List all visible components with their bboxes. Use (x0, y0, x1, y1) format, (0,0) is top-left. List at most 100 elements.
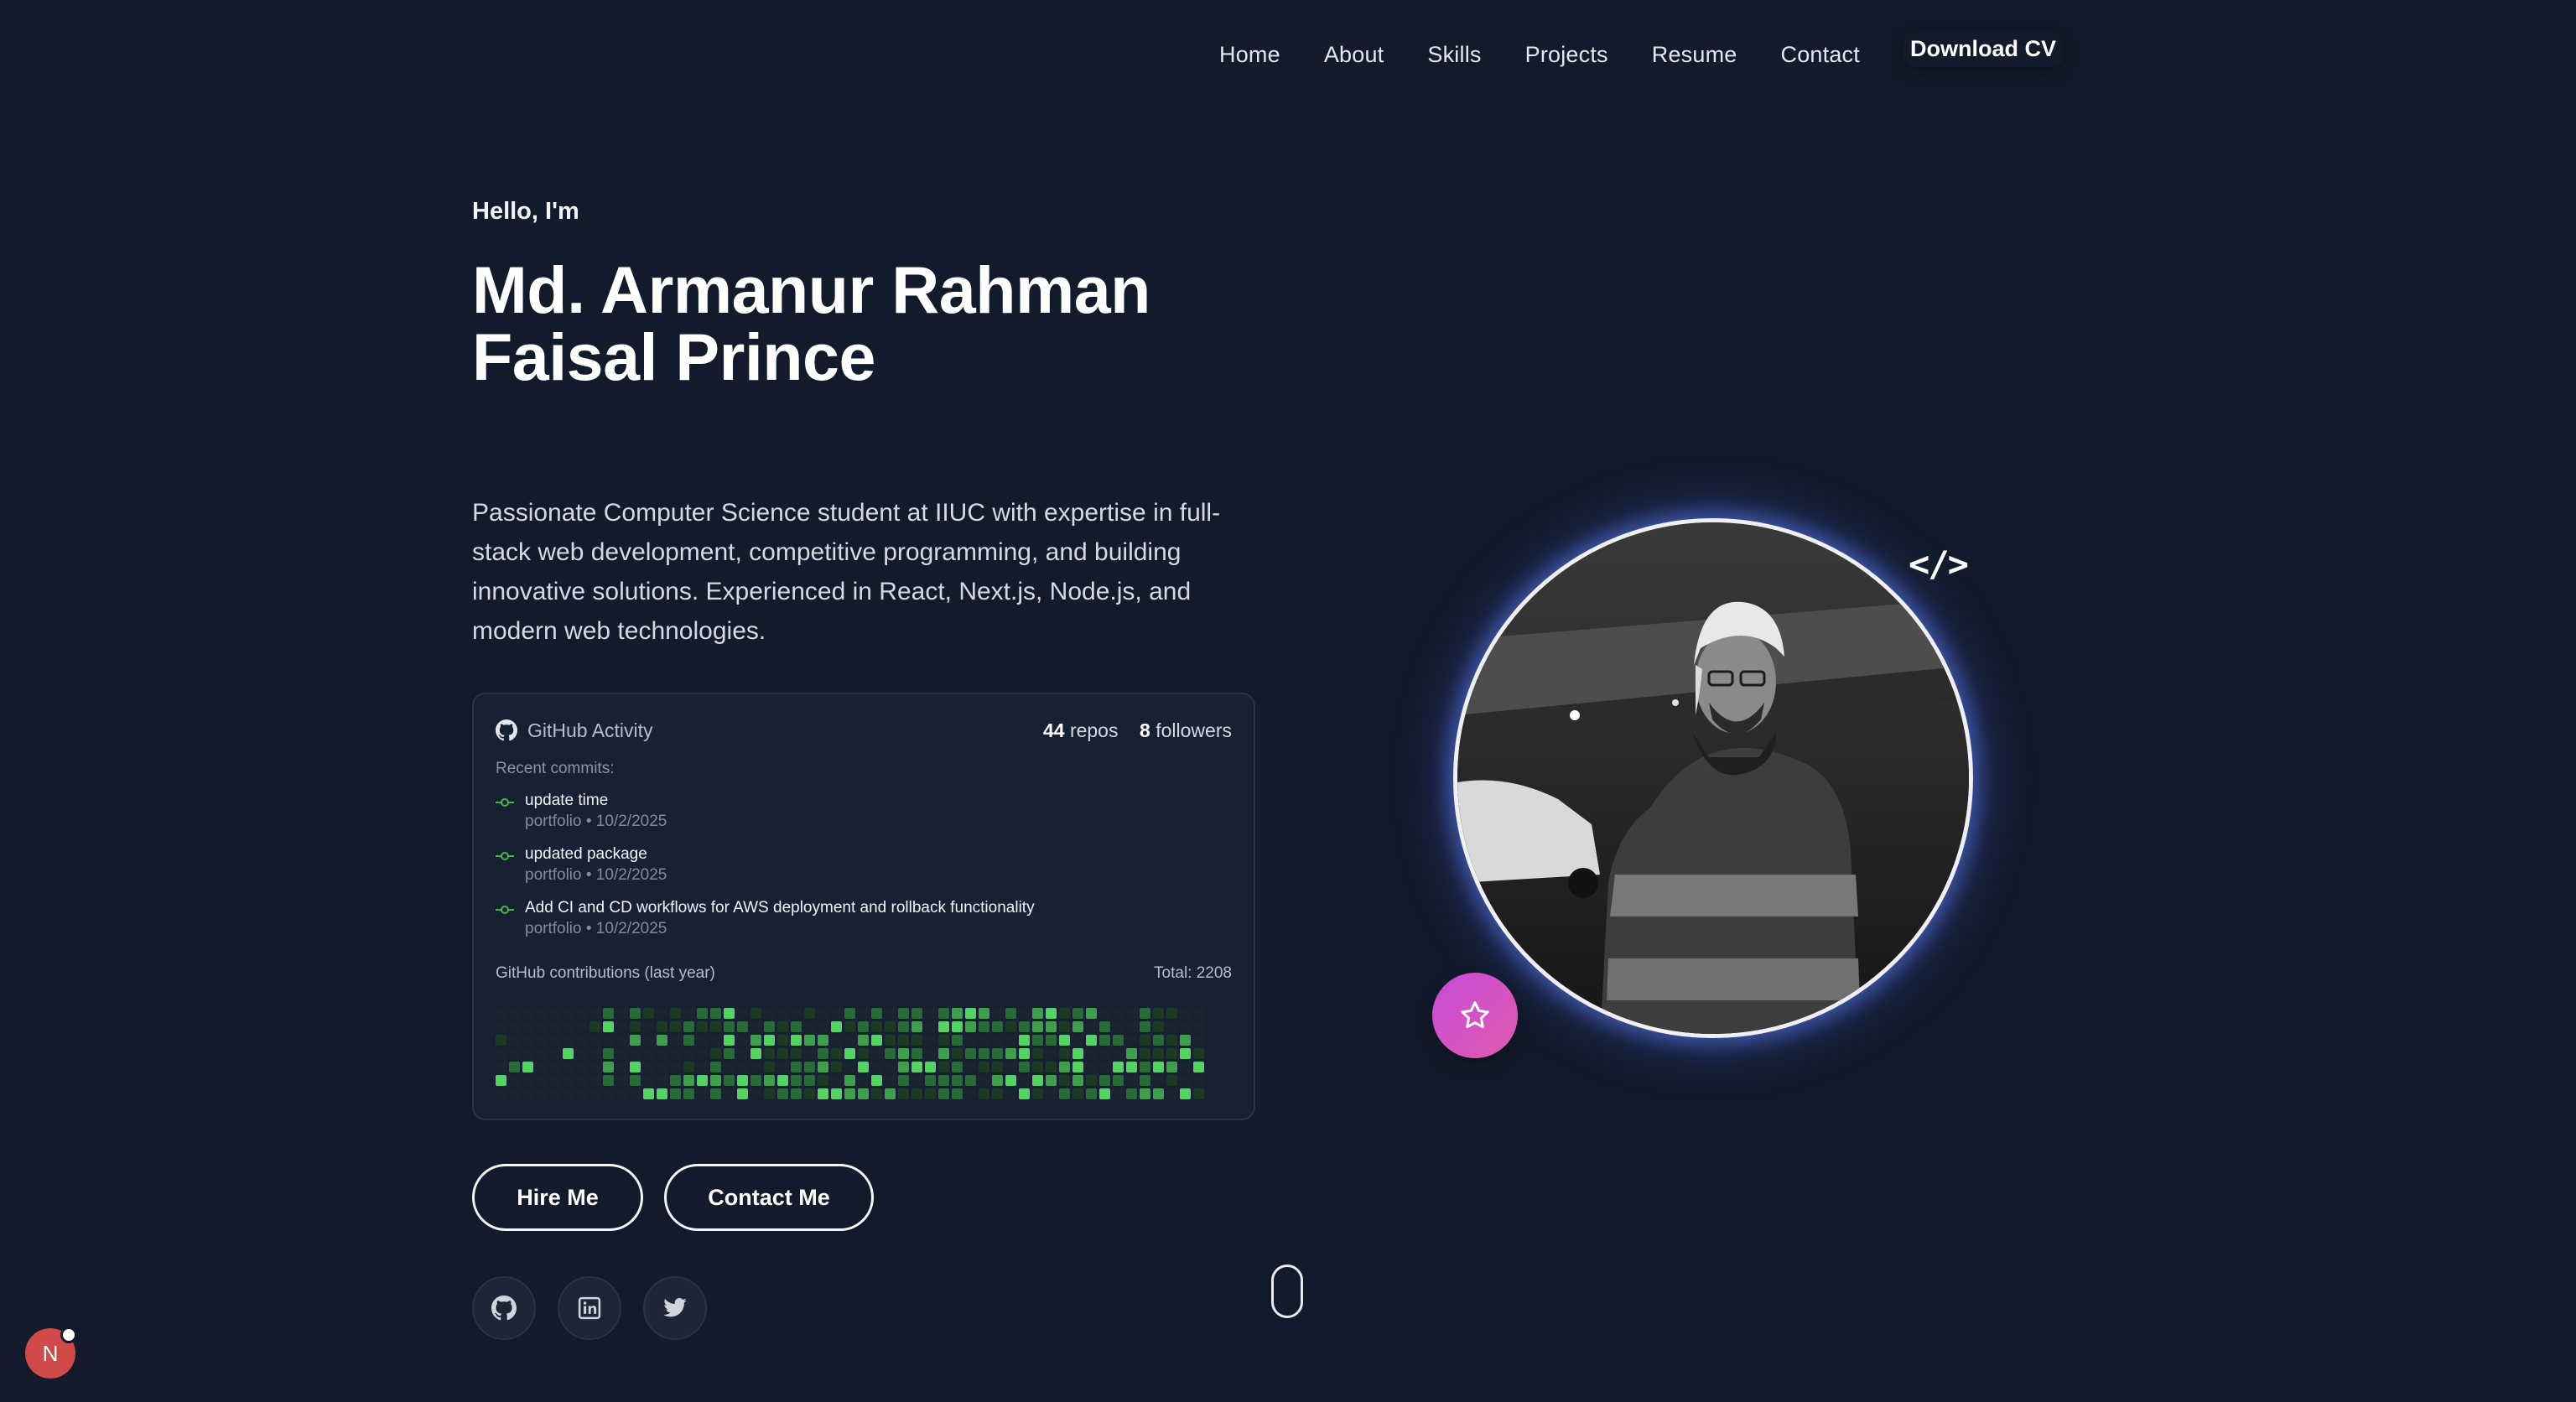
contribution-cell (1126, 1008, 1137, 1019)
contribution-cell (1126, 1062, 1137, 1072)
contribution-cell (576, 1088, 587, 1099)
contribution-cell (630, 1062, 641, 1072)
nav-resume[interactable]: Resume (1652, 42, 1737, 68)
contribution-cell (643, 1062, 654, 1072)
contribution-cell (1193, 1048, 1204, 1059)
contribution-cell (885, 1088, 896, 1099)
contribution-cell (1019, 1008, 1030, 1019)
contribution-cell (938, 1088, 949, 1099)
contribution-cell (603, 1008, 614, 1019)
contribution-cell (1193, 1088, 1204, 1099)
contribution-cell (1005, 1008, 1016, 1019)
contribution-cell (1059, 1088, 1070, 1099)
contribution-cell (925, 1021, 936, 1032)
hero-name-line2: Faisal Prince (472, 319, 875, 394)
contribution-cell (1193, 1021, 1204, 1032)
contribution-cell (1086, 1021, 1097, 1032)
contribution-cell (1180, 1048, 1191, 1059)
contribution-cell (1019, 1021, 1030, 1032)
badge-letter: N (42, 1340, 59, 1366)
contribution-cell (657, 1075, 667, 1086)
contribution-cell (750, 1008, 761, 1019)
hero-name: Md. Armanur Rahman Faisal Prince (472, 257, 1311, 391)
github-icon (496, 719, 517, 741)
contribution-cell (536, 1048, 547, 1059)
contact-me-button[interactable]: Contact Me (664, 1164, 874, 1231)
contribution-cell (898, 1075, 909, 1086)
contribution-cell (885, 1008, 896, 1019)
contribution-cell (1126, 1021, 1137, 1032)
download-cv-button[interactable]: Download CV (1903, 31, 2063, 67)
contribution-cell (630, 1035, 641, 1046)
contribution-cell (657, 1008, 667, 1019)
contribution-cell (979, 1062, 989, 1072)
contribution-cell (965, 1035, 976, 1046)
contribution-cell (683, 1048, 694, 1059)
contribution-cell (1126, 1088, 1137, 1099)
nav-skills[interactable]: Skills (1427, 42, 1481, 68)
contribution-cell (818, 1062, 828, 1072)
contribution-cell (496, 1008, 506, 1019)
contribution-cell (831, 1088, 842, 1099)
contribution-cell (697, 1048, 708, 1059)
contribution-cell (1086, 1062, 1097, 1072)
contribution-cell (764, 1075, 775, 1086)
contribution-cell (737, 1062, 748, 1072)
contribution-cell (1046, 1062, 1057, 1072)
contribution-cell (670, 1048, 681, 1059)
contribution-cell (1005, 1035, 1016, 1046)
contribution-cell (603, 1088, 614, 1099)
contribution-cell (1166, 1048, 1177, 1059)
hire-me-button[interactable]: Hire Me (472, 1164, 643, 1231)
contribution-cell (683, 1021, 694, 1032)
contribution-cell (603, 1035, 614, 1046)
code-tag-icon: </> (1909, 543, 1969, 584)
contribution-cell (563, 1075, 574, 1086)
contribution-cell (710, 1021, 721, 1032)
contribution-cell (1032, 1075, 1043, 1086)
contribution-cell (1193, 1035, 1204, 1046)
nav-home[interactable]: Home (1219, 42, 1280, 68)
contribution-cell (992, 1088, 1003, 1099)
contribution-cell (925, 1048, 936, 1059)
star-icon (1461, 1001, 1489, 1029)
github-social-link[interactable] (472, 1276, 536, 1340)
contribution-cell (1019, 1075, 1030, 1086)
contribution-cell (898, 1088, 909, 1099)
contribution-cell (791, 1008, 802, 1019)
contribution-cell (1032, 1062, 1043, 1072)
profile-photo (1453, 518, 1973, 1038)
contributions-label: GitHub contributions (last year) (496, 964, 715, 982)
contribution-cell (777, 1008, 788, 1019)
nav-contact[interactable]: Contact (1781, 42, 1860, 68)
contribution-cell (670, 1088, 681, 1099)
contribution-cell (589, 1062, 600, 1072)
contribution-cell (683, 1062, 694, 1072)
scroll-indicator[interactable] (1271, 1264, 1303, 1318)
contribution-cell (925, 1008, 936, 1019)
contribution-cell (1099, 1075, 1110, 1086)
twitter-social-link[interactable] (643, 1276, 707, 1340)
contribution-cell (804, 1008, 815, 1019)
contribution-cell (764, 1062, 775, 1072)
contribution-cell (818, 1008, 828, 1019)
contribution-cell (670, 1008, 681, 1019)
contribution-cell (858, 1062, 869, 1072)
nav-projects[interactable]: Projects (1525, 42, 1608, 68)
contribution-cell (697, 1075, 708, 1086)
contribution-cell (1166, 1075, 1177, 1086)
contribution-cell (1166, 1062, 1177, 1072)
dev-tools-badge[interactable]: N (25, 1327, 77, 1379)
contribution-cell (1140, 1008, 1150, 1019)
contribution-cell (1046, 1075, 1057, 1086)
contribution-cell (911, 1021, 922, 1032)
contribution-cell (750, 1088, 761, 1099)
contribution-cell (643, 1048, 654, 1059)
nav-about[interactable]: About (1324, 42, 1384, 68)
linkedin-social-link[interactable] (558, 1276, 621, 1340)
contribution-cell (1086, 1088, 1097, 1099)
commit-icon (496, 852, 514, 860)
contribution-cell (1193, 1008, 1204, 1019)
contribution-cell (1072, 1048, 1083, 1059)
contribution-cell (710, 1048, 721, 1059)
